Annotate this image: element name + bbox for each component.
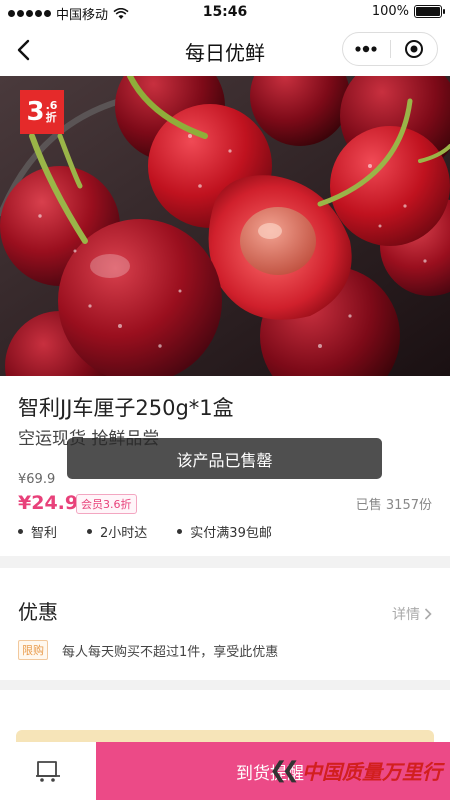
more-dots-icon xyxy=(355,45,377,53)
cart-icon xyxy=(36,761,60,782)
original-price: ¥69.9 xyxy=(18,472,56,487)
product-page: 中国移动 15:46 100% 每日优鲜 3 .6 折 智利JJ车厘子250g*… xyxy=(0,0,450,800)
cherries-image xyxy=(0,76,450,376)
sold-count: 已售 3157份 xyxy=(355,498,432,513)
product-title: 智利JJ车厘子250g*1盒 xyxy=(18,396,234,420)
discount-tag: 3 .6 折 xyxy=(20,90,64,134)
current-price: ¥24.9 xyxy=(18,492,79,514)
feature-list: 智利 2小时达 实付满39包邮 xyxy=(18,522,272,541)
feature-label: 实付满39包邮 xyxy=(190,526,272,541)
close-mini-program-button[interactable] xyxy=(391,33,438,65)
offers-title: 优惠 xyxy=(18,600,58,624)
limit-text: 每人每天购买不超过1件，享受此优惠 xyxy=(62,645,279,660)
more-button[interactable] xyxy=(343,33,390,65)
product-image[interactable] xyxy=(0,76,450,376)
discount-integer: 3 xyxy=(26,97,45,127)
sold-out-toast: 该产品已售罄 xyxy=(67,438,382,479)
discount-fraction: .6 折 xyxy=(45,99,58,124)
watermark-text: 中国质量万里行 xyxy=(302,760,442,784)
watermark: ❮❮ 中国质量万里行 xyxy=(269,756,442,785)
bullet-icon xyxy=(87,529,93,534)
bullet-icon xyxy=(18,529,23,534)
mini-program-capsule xyxy=(342,32,438,66)
battery-icon xyxy=(414,5,445,18)
feature-item: 2小时达 xyxy=(87,522,147,541)
status-right: 100% xyxy=(371,4,445,19)
nav-bar: 每日优鲜 xyxy=(0,24,450,76)
member-discount-badge: 会员3.6折 xyxy=(76,494,137,514)
feature-item: 实付满39包邮 xyxy=(177,522,272,541)
feature-label: 智利 xyxy=(31,526,58,541)
offer-details-link[interactable]: 详情 xyxy=(392,604,432,624)
details-label: 详情 xyxy=(392,607,420,623)
offers-section: 优惠 详情 限购 每人每天购买不超过1件，享受此优惠 xyxy=(0,568,450,680)
bottom-action-bar: 到货提醒 ❮❮ 中国质量万里行 xyxy=(0,742,450,800)
limit-tag: 限购 xyxy=(18,640,48,660)
feature-item: 智利 xyxy=(18,522,57,541)
double-chevron-icon: ❮❮ xyxy=(269,758,300,783)
chevron-right-icon xyxy=(424,608,432,620)
target-circle-icon xyxy=(404,40,423,58)
cart-button[interactable] xyxy=(0,742,96,800)
discount-unit: 折 xyxy=(45,111,57,124)
bullet-icon xyxy=(177,529,183,534)
battery-percent: 100% xyxy=(371,4,409,19)
feature-label: 2小时达 xyxy=(100,526,148,541)
status-bar: 中国移动 15:46 100% xyxy=(0,0,450,24)
